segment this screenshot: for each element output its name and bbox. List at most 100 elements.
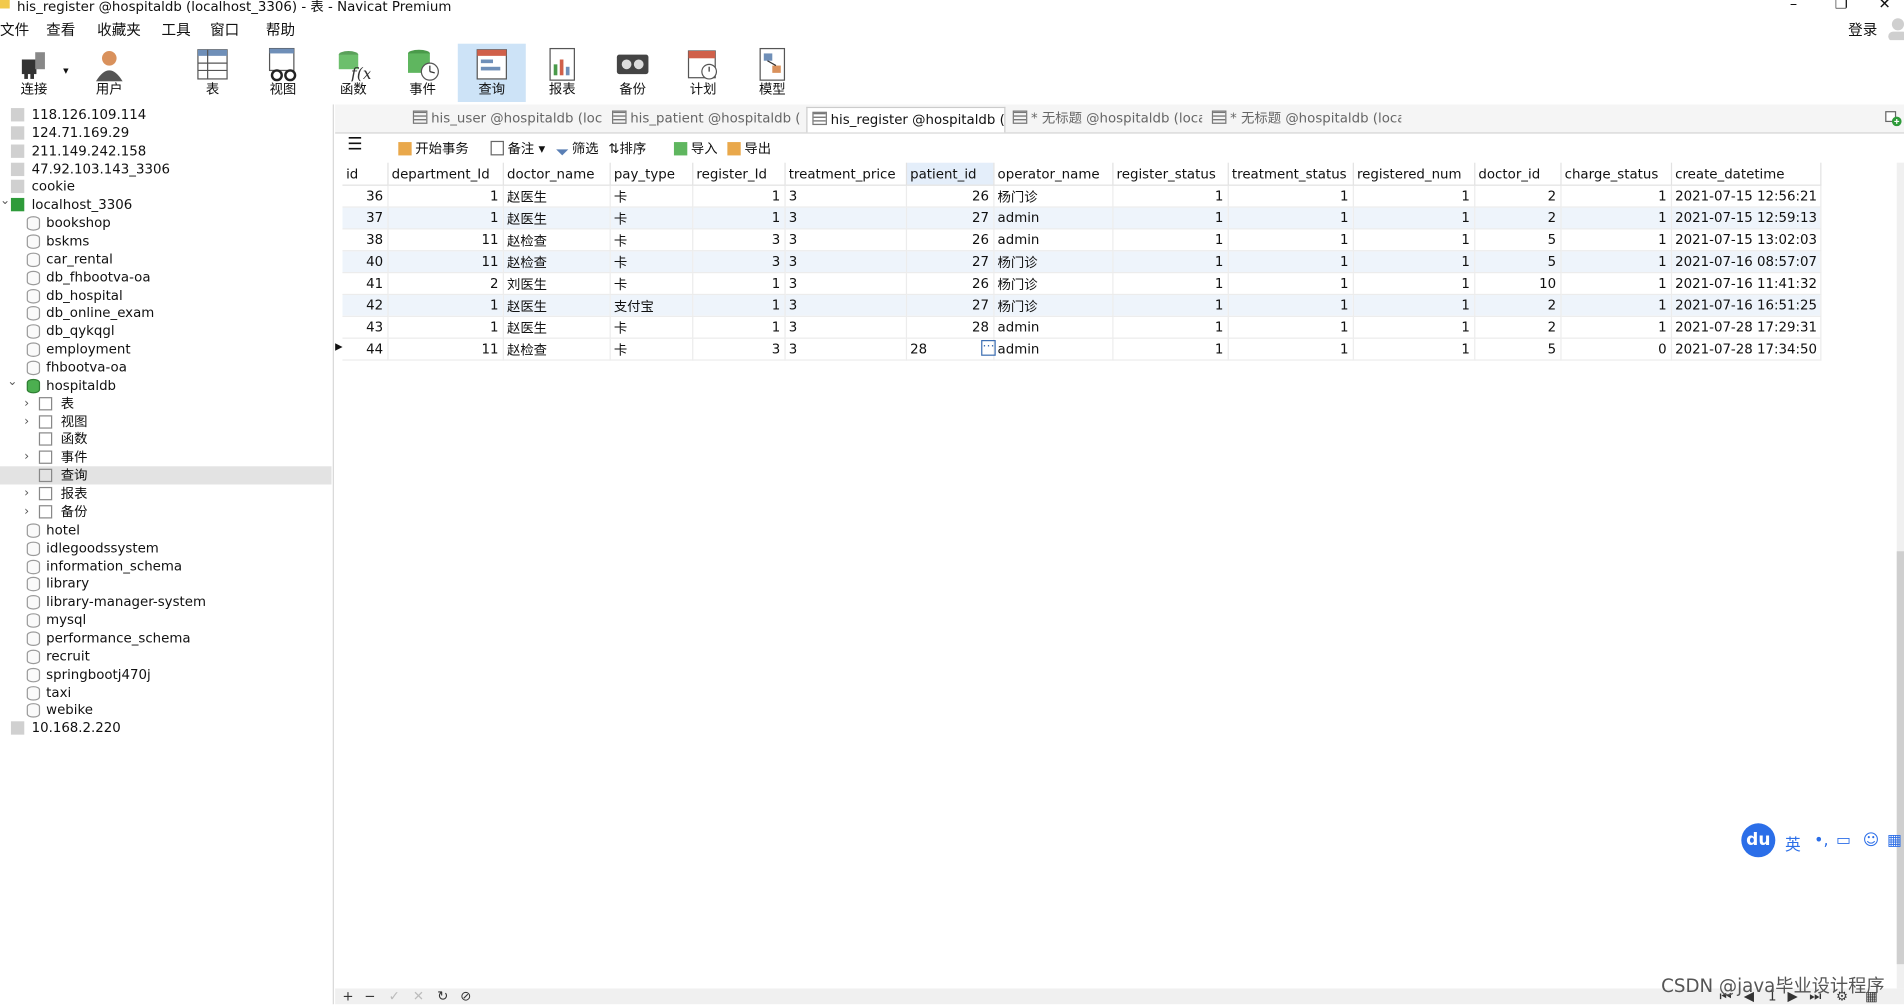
table-cell[interactable]: 42 [342,294,388,317]
table-cell[interactable]: 1 [1560,250,1672,274]
table-cell[interactable]: 1 [387,185,504,208]
cell-editor-ellipsis-button[interactable]: ⋯ [981,340,996,356]
table-cell[interactable]: 赵医生 [502,294,611,317]
tab-his-patient[interactable]: his_patient @hospitaldb (lo... [607,107,801,131]
tree-node[interactable]: webike [0,701,332,719]
table-cell[interactable]: 2021-07-16 08:57:07 [1670,250,1822,274]
table-cell[interactable]: 3 [784,250,907,274]
column-header[interactable]: create_datetime [1670,162,1822,186]
table-cell[interactable]: 赵医生 [502,316,611,339]
tab-untitled-query-2[interactable]: * 无标题 @hospitaldb (local... [1207,107,1401,131]
tree-node[interactable]: › 报表 [0,485,332,503]
stop-icon[interactable]: ⊘ [460,988,471,1004]
column-header[interactable]: doctor_id [1474,162,1561,186]
collapse-chevron-icon[interactable]: › [24,394,29,412]
table-cell[interactable]: 1 [1227,272,1354,296]
close-icon[interactable]: ✕ [1879,0,1891,12]
chevron-down-icon[interactable]: ▾ [63,66,69,78]
table-cell[interactable]: 1 [1112,272,1229,296]
tree-node[interactable]: bskms [0,232,332,250]
table-cell[interactable]: 1 [1112,294,1229,317]
table-cell[interactable]: 1 [1227,316,1354,339]
table-cell[interactable]: 3 [784,207,907,230]
table-cell[interactable]: 5 [1474,228,1561,252]
column-header[interactable]: pay_type [609,162,693,186]
column-header[interactable]: charge_status [1560,162,1672,186]
ime-mode[interactable]: 英 [1785,832,1801,855]
table-cell[interactable]: 1 [1560,207,1672,230]
table-cell[interactable]: 1 [1352,294,1475,317]
table-cell[interactable]: 2021-07-15 12:59:13 [1670,207,1822,230]
punctuation-icon[interactable]: •, [1814,832,1828,850]
table-cell[interactable]: 1 [387,316,504,339]
table-cell[interactable]: 43 [342,316,388,339]
table-cell[interactable]: 1 [1352,228,1475,252]
tree-node[interactable]: 10.168.2.220 [0,719,332,737]
collapse-chevron-icon[interactable]: › [24,412,29,430]
column-header[interactable]: treatment_price [784,162,907,186]
collapse-chevron-icon[interactable]: › [24,485,29,503]
table-cell[interactable]: 1 [1352,272,1475,296]
table-cell[interactable]: 刘医生 [502,272,611,296]
grid-menu-icon[interactable]: ▦ [1887,832,1902,850]
tree-node[interactable]: employment [0,340,332,358]
table-row[interactable]: 44 11 赵检查卡 3 3 28 admin 1 1 1 5 0 2021-07-28 17:34:5… [342,338,1822,361]
table-cell[interactable]: 3 [784,338,907,361]
table-cell[interactable]: 1 [1227,338,1354,361]
column-header[interactable]: patient_id [905,162,994,186]
table-cell[interactable]: 1 [1560,228,1672,252]
table-row[interactable]: 36 1 赵医生卡 1 3 26 杨门诊 1 1 1 2 1 2021-07-15 12:56:21 [342,185,1822,208]
tree-node[interactable]: ⌄ hospitaldb [0,375,332,394]
import-button[interactable]: 导入 [673,138,718,157]
tree-node[interactable]: bookshop [0,214,332,232]
table-cell[interactable]: 3 [784,316,907,339]
tree-node[interactable]: db_hospital [0,286,332,304]
table-cell[interactable]: 5 [1474,338,1561,361]
table-cell[interactable]: 1 [1112,228,1229,252]
table-cell[interactable]: 11 [387,250,504,274]
function-button[interactable]: f(x) 函数 [319,44,387,102]
model-button[interactable]: 模型 [738,44,806,102]
table-cell[interactable]: 2 [1474,294,1561,317]
table-cell[interactable]: 26 [905,185,994,208]
table-cell[interactable]: 杨门诊 [993,185,1113,208]
table-cell[interactable]: 3 [692,250,786,274]
table-cell[interactable]: 28 [905,316,994,339]
table-row[interactable]: 42 1 赵医生 支付宝 1 3 27 杨门诊 1 1 1 2 1 2021-07-16 16:51:25 [342,294,1822,317]
table-cell[interactable]: 1 [1560,316,1672,339]
table-cell[interactable]: 1 [1112,338,1229,361]
table-cell[interactable]: 卡 [609,228,693,252]
table-cell[interactable]: 27 [905,250,994,274]
table-cell[interactable]: admin [993,207,1113,230]
user-icon[interactable]: ☺ [1863,832,1879,850]
table-cell[interactable]: 杨门诊 [993,250,1113,274]
table-cell[interactable]: 1 [1227,294,1354,317]
tree-node[interactable]: db_fhbootva-oa [0,268,332,286]
table-cell[interactable]: 1 [387,294,504,317]
minimize-icon[interactable]: – [1790,0,1797,12]
tree-node[interactable]: 211.149.242.158 [0,142,332,160]
table-cell[interactable]: admin [993,338,1113,361]
menu-hamburger-icon[interactable]: ☰ [347,135,362,154]
table-cell[interactable]: 1 [1227,228,1354,252]
table-cell[interactable]: 杨门诊 [993,294,1113,317]
login-link[interactable]: 登录 [1848,19,1877,40]
table-cell[interactable]: 2021-07-28 17:34:50 [1670,338,1822,361]
table-cell[interactable]: 1 [1227,185,1354,208]
table-cell[interactable]: 1 [1112,185,1229,208]
tree-node[interactable]: cookie [0,178,332,196]
table-cell[interactable]: 0 [1560,338,1672,361]
tree-node[interactable]: db_qykqgl [0,322,332,340]
new-tab-icon[interactable] [1885,109,1902,127]
table-cell[interactable]: 卡 [609,250,693,274]
table-cell[interactable]: 1 [1352,207,1475,230]
table-cell[interactable]: 卡 [609,207,693,230]
table-cell[interactable]: 1 [1227,250,1354,274]
table-cell[interactable]: 3 [692,228,786,252]
tree-node[interactable]: ⌄ localhost_3306 [0,195,332,214]
column-header[interactable]: register_Id [692,162,786,186]
table-cell[interactable]: 27 [905,207,994,230]
tree-node[interactable]: recruit [0,647,332,665]
tab-his-register[interactable]: his_register @hospitaldb (lo... [806,106,1006,133]
tree-node[interactable]: fhbootva-oa [0,358,332,376]
